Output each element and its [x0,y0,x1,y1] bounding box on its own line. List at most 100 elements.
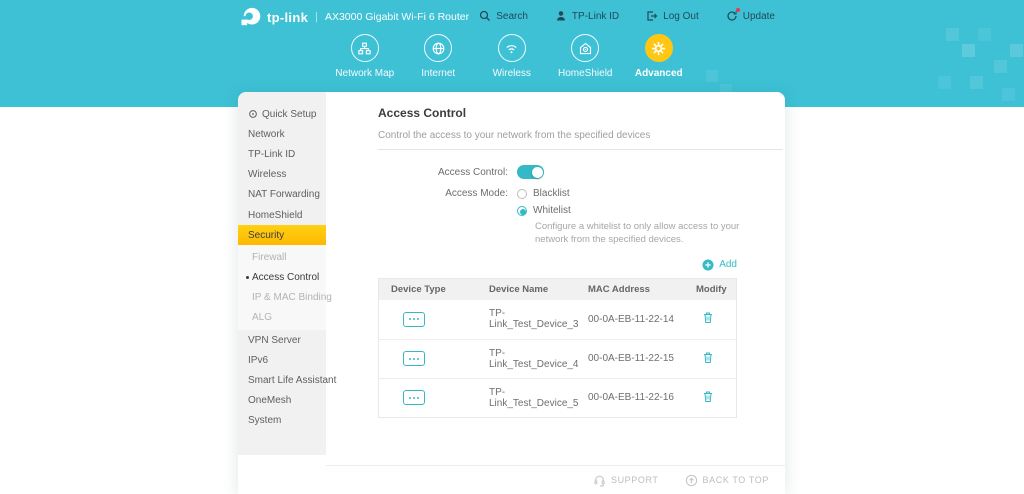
brand-name: tp-link [267,10,308,25]
user-icon [555,10,567,22]
radio-blacklist[interactable]: Blacklist [517,188,570,199]
mac-address-cell: 00-0A-EB-11-22-15 [586,353,689,364]
logout-label: Log Out [663,11,699,22]
tab-wireless[interactable]: Wireless [475,34,549,79]
content-card: Quick Setup Network TP-Link ID Wireless … [238,92,785,494]
unknown-device-icon [403,390,425,405]
sidebar-item-label: VPN Server [248,335,301,346]
plus-circle-icon [702,259,714,271]
radio-selected-icon [517,206,527,216]
nav-label: Wireless [475,68,549,79]
topbar-actions: Search TP-Link ID Log Out [479,10,775,22]
support-button[interactable]: SUPPORT [593,474,659,487]
access-control-row: Access Control: [378,165,783,179]
col-header-device-name: Device Name [484,284,586,295]
sidebar-item-label: OneMesh [248,395,291,406]
logout-button[interactable]: Log Out [646,10,699,22]
trash-icon [702,311,714,324]
home-shield-icon [571,34,599,62]
sidebar-item-ipv6[interactable]: IPv6 [238,350,326,370]
mosaic-square [706,70,718,82]
device-name-cell: TP-Link_Test_Device_4 [484,348,586,370]
update-badge [736,8,740,12]
page-title: Access Control [378,106,783,120]
unknown-device-icon [403,351,425,366]
col-header-device-type: Device Type [379,284,484,295]
search-icon [479,10,491,22]
update-label: Update [743,11,775,22]
table-row: TP-Link_Test_Device_4 00-0A-EB-11-22-15 [379,339,736,378]
mosaic-square [1002,88,1015,101]
sidebar-item-security[interactable]: Security [238,225,326,245]
modify-cell [689,311,736,327]
delete-button[interactable] [702,390,714,403]
sidebar-item-label: NAT Forwarding [248,189,320,200]
search-button[interactable]: Search [479,10,528,22]
bullet-icon [246,276,249,279]
add-device-button[interactable]: Add [378,259,737,271]
device-type-cell [379,390,484,405]
unknown-device-icon [403,312,425,327]
main-nav: Network Map Internet Wireless [328,34,696,79]
tplink-id-label: TP-Link ID [572,11,619,22]
tab-network-map[interactable]: Network Map [328,34,402,79]
mac-address-cell: 00-0A-EB-11-22-14 [586,314,689,325]
sidebar-item-vpn-server[interactable]: VPN Server [238,330,326,350]
gear-icon [645,34,673,62]
sidebar-item-nat-forwarding[interactable]: NAT Forwarding [238,185,326,205]
radio-label: Whitelist [533,205,571,216]
support-label: SUPPORT [611,475,659,485]
sidebar: Quick Setup Network TP-Link ID Wireless … [238,92,326,455]
sidebar-item-homeshield[interactable]: HomeShield [238,205,326,225]
sidebar-item-label: TP-Link ID [248,149,295,160]
tplink-id-button[interactable]: TP-Link ID [555,10,619,22]
sidebar-item-label: Network [248,129,285,140]
sidebar-item-system[interactable]: System [238,411,326,431]
delete-button[interactable] [702,311,714,324]
sidebar-item-label: Firewall [252,252,286,263]
table-row: TP-Link_Test_Device_5 00-0A-EB-11-22-16 [379,378,736,417]
topbar: tp-link | AX3000 Gigabit Wi-Fi 6 Router … [0,0,1024,36]
sidebar-item-onemesh[interactable]: OneMesh [238,391,326,411]
mosaic-square [970,76,983,89]
mac-address-cell: 00-0A-EB-11-22-16 [586,392,689,403]
nav-label: Internet [402,68,476,79]
nav-label: Advanced [622,68,696,79]
tab-advanced[interactable]: Advanced [622,34,696,79]
update-button[interactable]: Update [726,10,775,22]
trash-icon [702,351,714,364]
back-to-top-button[interactable]: BACK TO TOP [685,474,769,487]
delete-button[interactable] [702,351,714,364]
brand-divider: | [315,11,318,23]
device-name-cell: TP-Link_Test_Device_3 [484,308,586,330]
sidebar-item-label: IPv6 [248,355,268,366]
security-submenu: Firewall Access Control IP & MAC Binding… [238,245,326,330]
sidebar-subitem-firewall[interactable]: Firewall [238,247,326,267]
sidebar-item-network[interactable]: Network [238,124,326,144]
mosaic-square [1010,44,1023,57]
update-icon-wrap [726,10,738,22]
device-table: Device Type Device Name MAC Address Modi… [378,278,737,418]
sidebar-item-label: IP & MAC Binding [252,292,332,303]
access-control-toggle[interactable] [517,165,544,179]
table-row: TP-Link_Test_Device_3 00-0A-EB-11-22-14 [379,300,736,339]
tab-internet[interactable]: Internet [402,34,476,79]
sidebar-item-smart-life-assistant[interactable]: Smart Life Assistant [238,370,326,390]
sidebar-subitem-alg[interactable]: ALG [238,308,326,328]
add-label: Add [719,259,737,270]
sidebar-item-label: Security [248,230,284,241]
search-label: Search [496,11,528,22]
sidebar-subitem-ip-mac-binding[interactable]: IP & MAC Binding [238,288,326,308]
device-name-cell: TP-Link_Test_Device_5 [484,387,586,409]
sidebar-item-wireless[interactable]: Wireless [238,165,326,185]
sidebar-item-quick-setup[interactable]: Quick Setup [238,104,326,124]
tab-homeshield[interactable]: HomeShield [549,34,623,79]
sidebar-item-label: HomeShield [248,210,302,221]
sidebar-subitem-access-control[interactable]: Access Control [238,268,326,288]
update-icon [726,10,738,22]
divider [378,149,783,150]
sidebar-item-tplink-id[interactable]: TP-Link ID [238,144,326,164]
modify-cell [689,351,736,367]
col-header-mac-address: MAC Address [586,284,689,295]
radio-whitelist[interactable]: Whitelist [517,205,783,216]
